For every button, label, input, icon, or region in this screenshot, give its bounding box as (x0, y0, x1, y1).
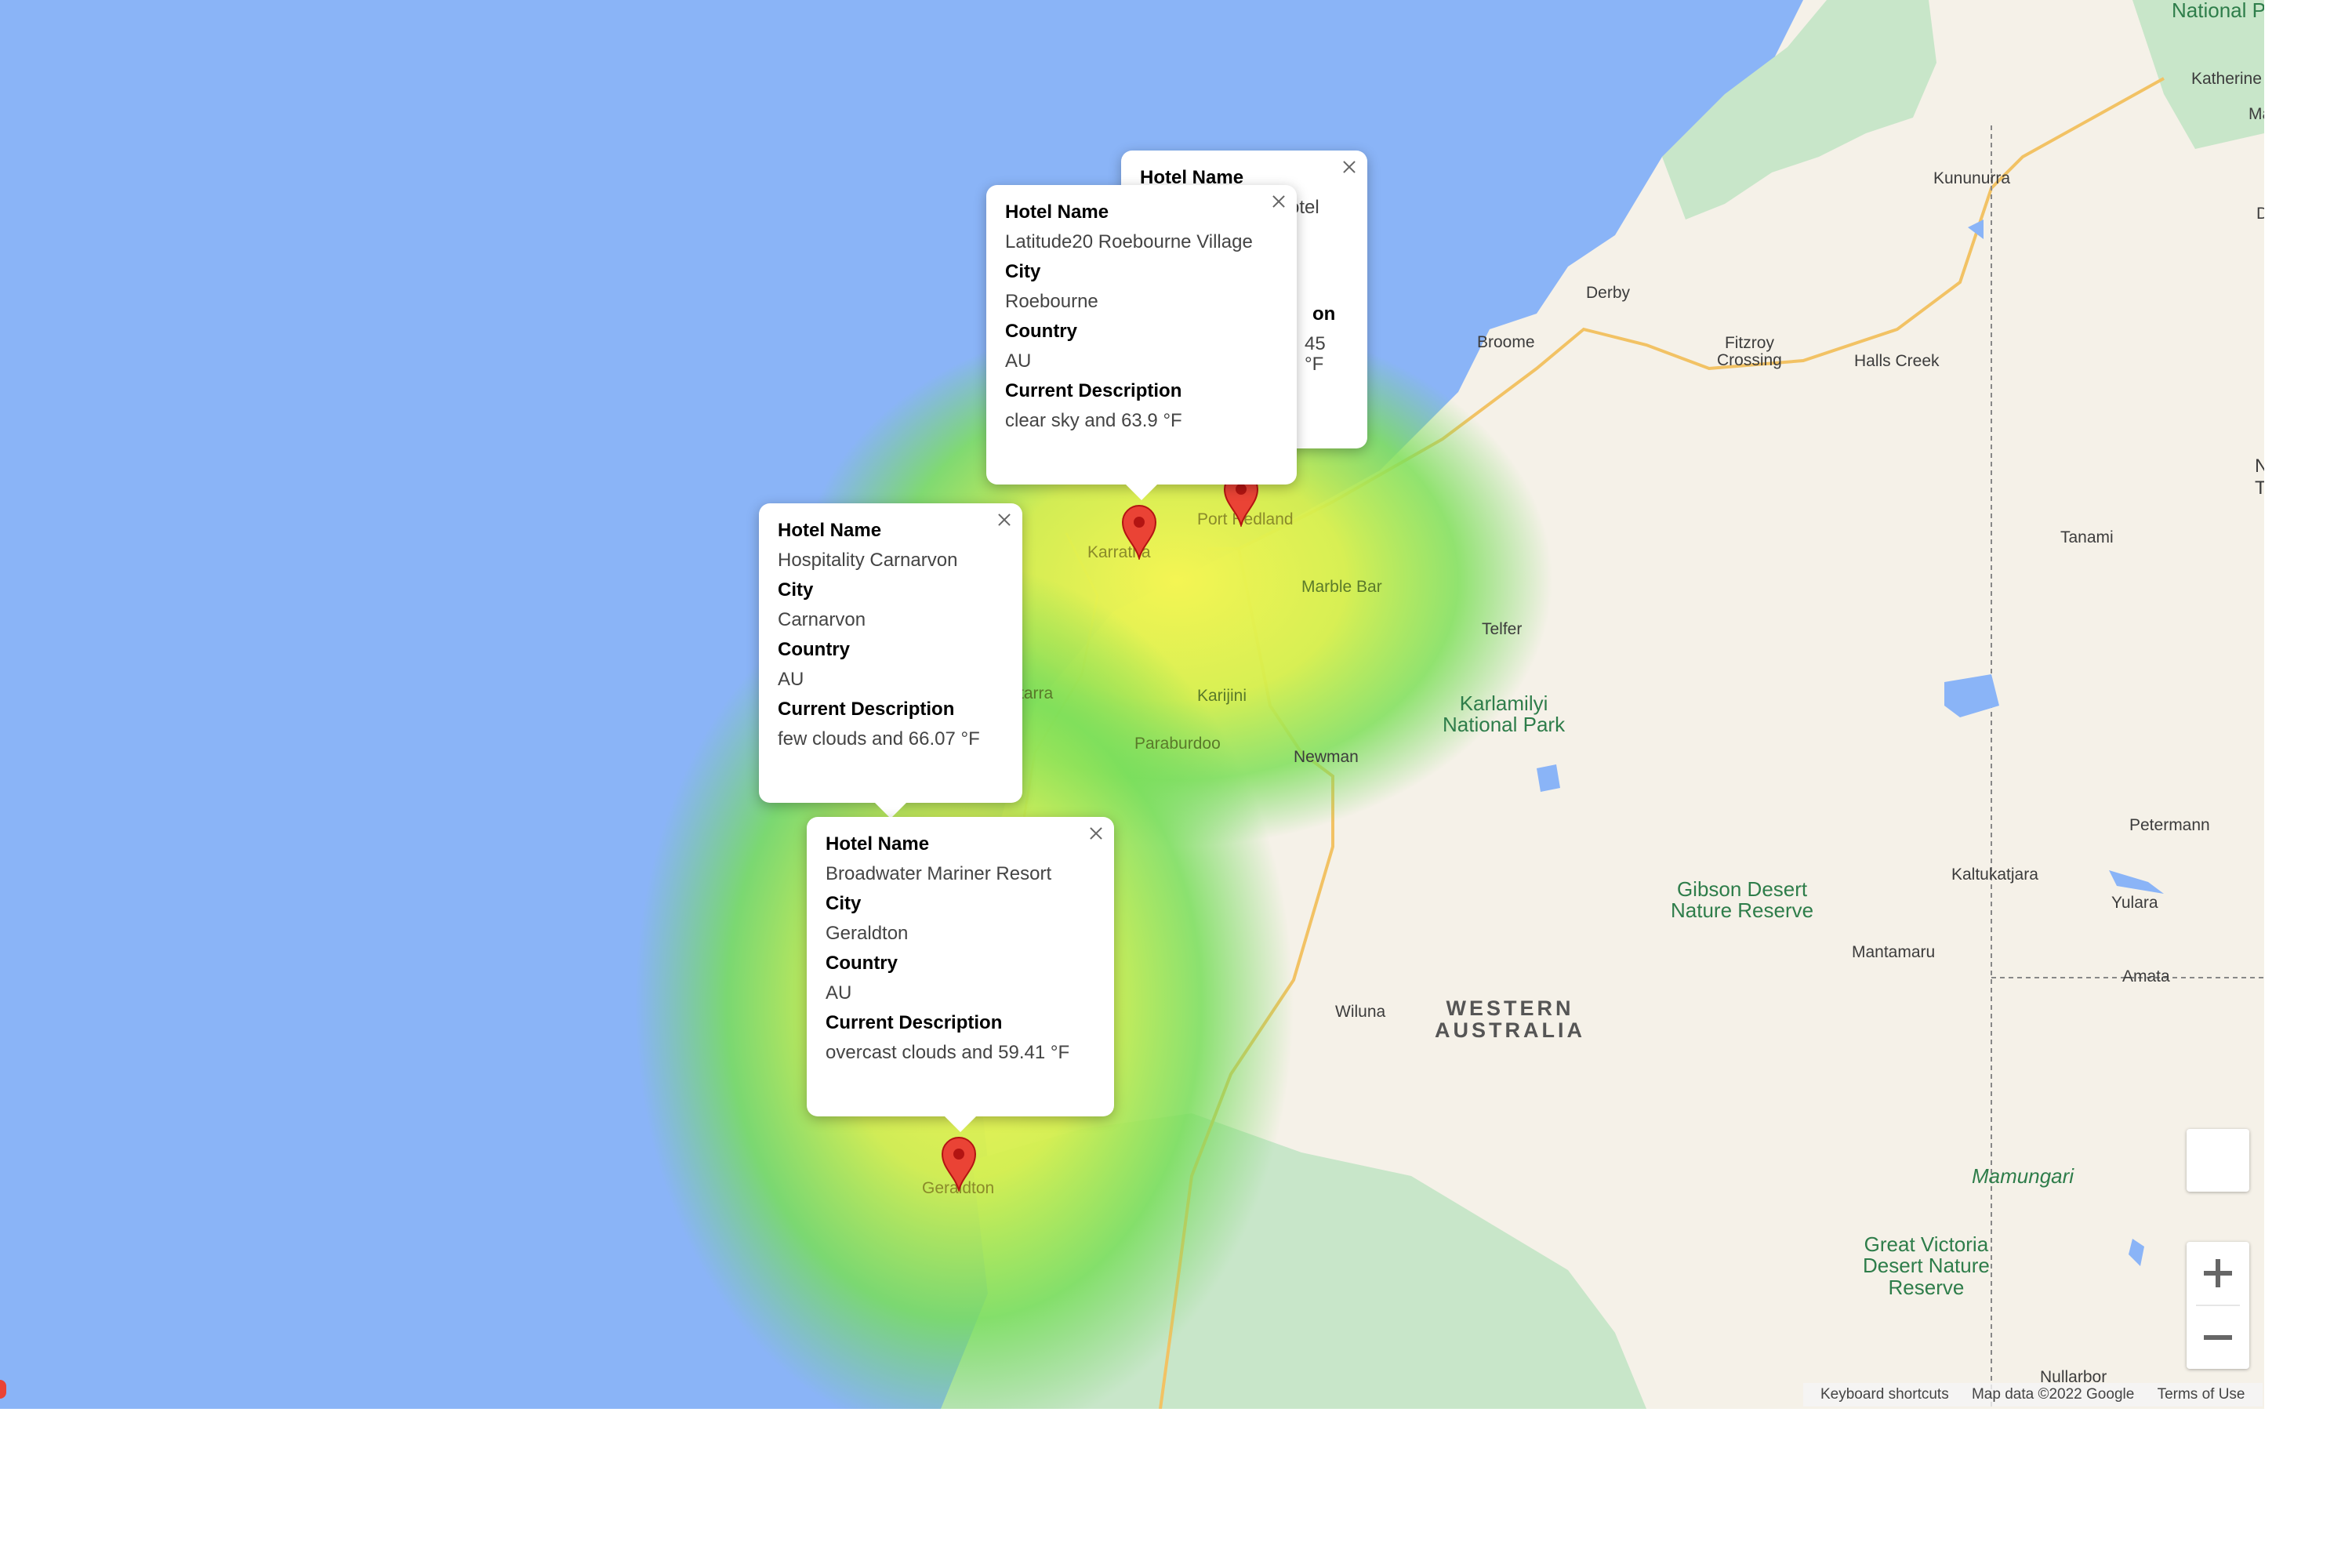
label-derby: Derby (1586, 284, 1631, 302)
hotel-name-label: Hotel Name (826, 833, 930, 855)
label-petermann: Petermann (2129, 816, 2210, 834)
label-national-park-partial: National P (2172, 0, 2264, 22)
hotel-name-value: Hospitality Carnarvon (778, 550, 958, 571)
label-mamungari: Mamungari (1972, 1164, 2074, 1188)
marker-icon (1121, 505, 1157, 560)
marker-icon (941, 1137, 977, 1192)
description-label: Current Description (826, 1012, 1003, 1033)
label-kununurra: Kununurra (1933, 169, 2011, 187)
map-canvas[interactable]: National P Katherine Ma D Kununurra Derb… (0, 0, 2264, 1409)
label-telfer: Telfer (1482, 620, 1523, 638)
city-label: City (826, 893, 862, 914)
label-fitzroy-crossing: Fitzroy Crossing (1717, 334, 1782, 370)
label-ma-partial: Ma (2249, 105, 2264, 123)
hotel-name-value: Broadwater Mariner Resort (826, 863, 1052, 884)
hotel-name-value: Latitude20 Roebourne Village (1005, 231, 1253, 252)
label-katherine: Katherine (2191, 70, 2262, 88)
description-value: overcast clouds and 59.41 °F (826, 1042, 1070, 1063)
label-karlamilyi-national-park: Karlamilyi National Park (1443, 691, 1566, 737)
label-newman: Newman (1294, 748, 1359, 766)
hotel-name-label: Hotel Name (1005, 201, 1109, 223)
country-label: Country (826, 953, 898, 974)
description-value: clear sky and 63.9 °F (1005, 410, 1182, 431)
hotel-name-label: Hotel Name (778, 520, 882, 541)
city-label: City (778, 579, 814, 601)
label-great-victoria-desert: Great Victoria Desert Nature Reserve (1863, 1232, 1990, 1299)
description-label: Current Description (1005, 380, 1182, 401)
description-value: few clouds and 66.07 °F (778, 728, 980, 750)
map-data-text: Map data ©2022 Google (1971, 1386, 2135, 1403)
label-yulara: Yulara (2111, 894, 2158, 912)
city-value: Geraldton (826, 923, 909, 944)
marker-roebourne[interactable] (1121, 505, 1157, 560)
label-halls-creek: Halls Creek (1854, 352, 1940, 370)
label-gibson-desert: Gibson Desert Nature Reserve (1671, 877, 1814, 923)
zoom-out-button[interactable] (2187, 1306, 2249, 1369)
label-paraburdoo: Paraburdoo (1134, 735, 1221, 753)
description-label-fragment: on (1312, 303, 1336, 325)
description-label: Current Description (778, 699, 955, 720)
label-tanami: Tanami (2060, 528, 2114, 546)
country-label: Country (1005, 321, 1077, 342)
city-value: Roebourne (1005, 291, 1098, 312)
terms-link[interactable]: Terms of Use (2158, 1386, 2245, 1403)
label-marble-bar: Marble Bar (1301, 578, 1382, 596)
city-value: Carnarvon (778, 609, 866, 630)
marker-geraldton[interactable] (941, 1137, 977, 1192)
zoom-in-button[interactable] (2187, 1242, 2249, 1305)
label-mantamaru: Mantamaru (1852, 943, 1936, 961)
label-kaltukatjara: Kaltukatjara (1951, 866, 2038, 884)
zoom-control (2187, 1242, 2249, 1369)
attribution-bar: Keyboard shortcuts Map data ©2022 Google… (1803, 1383, 2263, 1406)
label-d-partial: D (2256, 205, 2264, 223)
info-window-carnarvon: Hotel Name Hospitality Carnarvon City Ca… (759, 503, 1022, 818)
country-value: AU (1005, 350, 1032, 372)
info-window-geraldton: Hotel Name Broadwater Mariner Resort Cit… (807, 817, 1114, 1132)
close-icon[interactable] (996, 511, 1013, 528)
country-value: AU (778, 669, 804, 690)
label-western-australia: WESTERN AUSTRALIA (1435, 996, 1585, 1043)
info-window-roebourne: Hotel Name Latitude20 Roebourne Village … (986, 185, 1297, 500)
description-fragment: 45 °F (1305, 333, 1326, 375)
label-t-partial: T (2255, 477, 2264, 499)
country-label: Country (778, 639, 850, 660)
close-icon[interactable] (1087, 825, 1105, 842)
street-view-button[interactable] (2187, 1129, 2249, 1192)
label-wiluna: Wiluna (1335, 1003, 1386, 1021)
country-value: AU (826, 982, 852, 1004)
keyboard-shortcuts-link[interactable]: Keyboard shortcuts (1820, 1386, 1949, 1403)
hotel-name-fragment: otel (1289, 197, 1319, 218)
close-icon[interactable] (1341, 158, 1358, 176)
label-amata: Amata (2122, 967, 2170, 985)
city-label: City (1005, 261, 1041, 282)
label-broome: Broome (1477, 333, 1535, 351)
label-n-partial: N (2255, 456, 2264, 477)
label-karijini: Karijini (1197, 687, 1247, 705)
close-icon[interactable] (1270, 193, 1287, 210)
label-tarra-partial: tarra (1019, 684, 1054, 702)
